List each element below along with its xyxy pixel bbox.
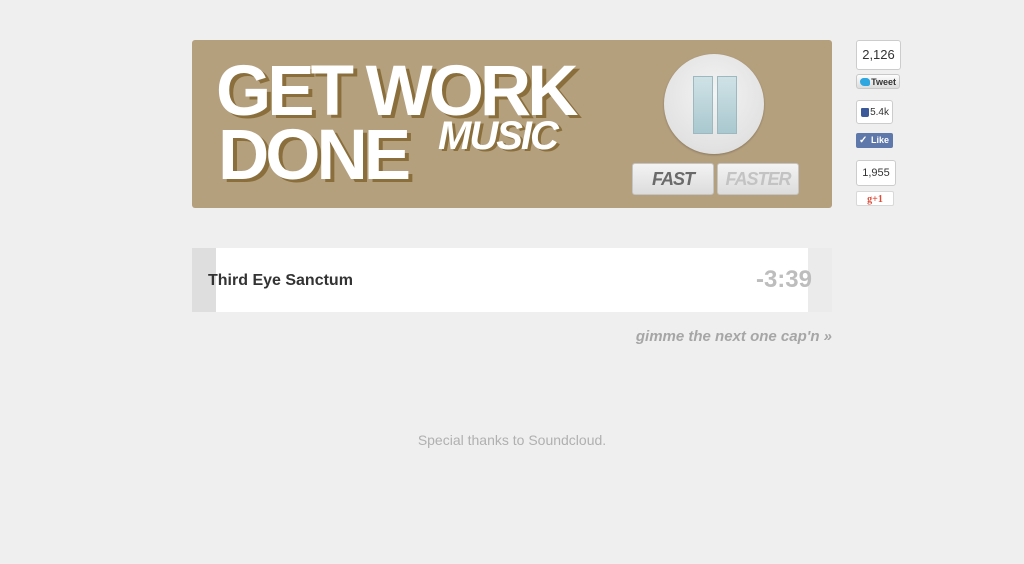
like-count-value: 5.4k (870, 107, 889, 118)
like-button[interactable]: ✓ Like (856, 133, 893, 148)
header-banner: GET WORK DONE MUSIC FAST FASTER (192, 40, 832, 208)
twitter-bird-icon (860, 78, 870, 86)
track-player[interactable]: Third Eye Sanctum -3:39 (192, 248, 832, 312)
fast-button[interactable]: FAST (632, 163, 714, 195)
plusone-count: 1,955 (856, 160, 896, 186)
title-music: MUSIC (438, 114, 559, 158)
check-icon: ✓ (859, 135, 868, 146)
next-track-link[interactable]: gimme the next one cap'n » (636, 328, 832, 345)
title-line-2: DONE (218, 116, 411, 195)
like-count: 5.4k (856, 100, 893, 124)
footer-credits: Special thanks to Soundcloud. (417, 432, 607, 448)
tweet-button[interactable]: Tweet (856, 74, 900, 89)
like-label: Like (870, 135, 889, 145)
thumbs-up-icon (861, 108, 869, 117)
track-title: Third Eye Sanctum (208, 272, 353, 289)
tweet-count: 2,126 (856, 40, 901, 70)
plusone-button[interactable]: g+1 (856, 191, 894, 206)
pause-bar-left (693, 76, 713, 134)
pause-button[interactable] (664, 54, 764, 154)
tweet-label: Tweet (871, 77, 896, 87)
pause-bar-right (717, 76, 737, 134)
faster-button[interactable]: FASTER (717, 163, 799, 195)
track-time-remaining: -3:39 (755, 266, 812, 293)
